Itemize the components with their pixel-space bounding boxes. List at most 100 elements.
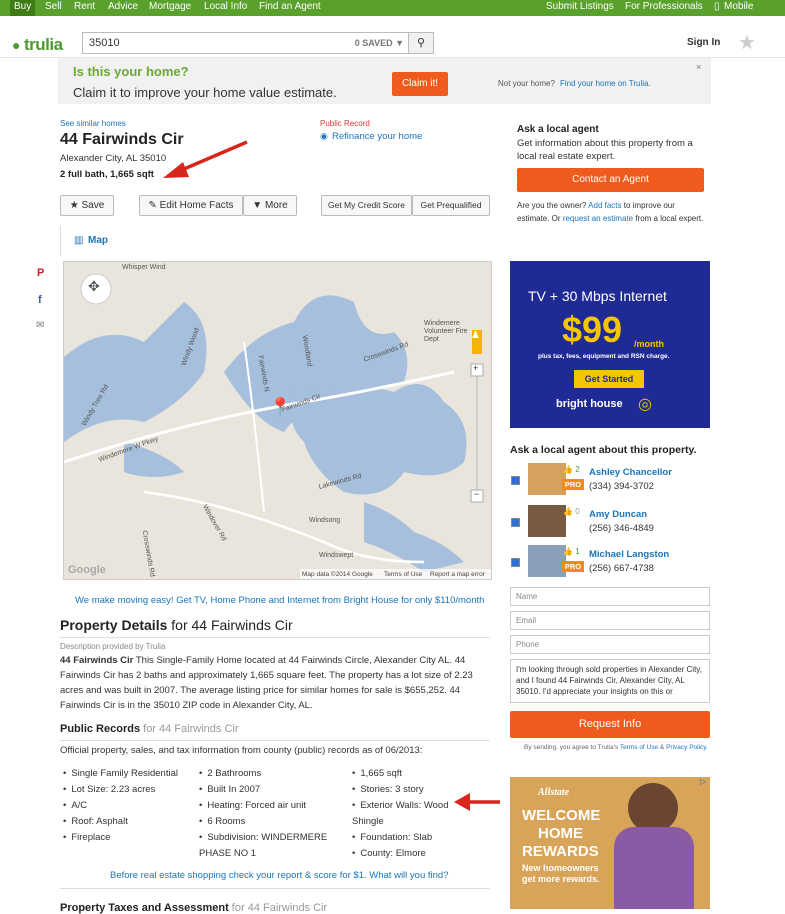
terms-pre: By sending, you agree to Trulia's [524,744,619,751]
allstate-ad[interactable]: Allstate WELCOME HOME REWARDS New homeow… [510,777,710,909]
ad-get-started-button[interactable]: Get Started [574,370,644,388]
agent-name[interactable]: Michael Langston [589,549,669,560]
list-item: 6 Rooms [199,814,339,830]
nav-submit-listings[interactable]: Submit Listings [546,1,614,12]
zoom-out-icon[interactable]: − [474,489,479,499]
map-report-link[interactable]: Report a map error [430,569,485,579]
list-item: Roof: Asphalt [63,814,203,830]
public-records-title: Public Records [60,723,141,735]
zoom-in-icon[interactable]: + [473,363,478,373]
nav-advice[interactable]: Advice [108,1,138,12]
agent-name[interactable]: Amy Duncan [589,509,647,520]
ad-choices-icon[interactable]: ▷ [700,777,706,786]
search-input-value: 35010 [89,37,120,49]
list-item: A/C [63,798,203,814]
search-button[interactable]: ⚲ [408,32,434,54]
see-similar-link[interactable]: See similar homes [60,119,126,128]
facebook-icon[interactable]: f [38,294,42,306]
prequalified-button[interactable]: Get Prequalified [412,195,490,216]
map-terms-link[interactable]: Terms of Use [384,569,422,579]
ad-line3: REWARDS [522,843,599,860]
terms-link[interactable]: Terms of Use [620,744,658,751]
agent-checkbox[interactable] [511,476,520,485]
list-item: 2 Bathrooms [199,766,339,782]
pegman-icon[interactable]: ♟ [471,330,480,341]
nav-mobile[interactable]: Mobile [724,1,753,12]
pro-badge: PRO [562,479,584,490]
trulia-logo[interactable]: trulia [24,35,63,55]
agent-name[interactable]: Ashley Chancellor [589,467,672,478]
request-info-button[interactable]: Request Info [510,711,710,738]
nav-sell[interactable]: Sell [45,1,62,12]
nav-find-agent[interactable]: Find an Agent [259,1,321,12]
agent-avatar [528,505,566,537]
agent-avatar [528,463,566,495]
credit-score-button[interactable]: Get My Credit Score [321,195,412,216]
more-button[interactable]: ▼ More [243,195,297,216]
contact-agent-button[interactable]: Contact an Agent [517,168,704,192]
list-item: Heating: Forced air unit [199,798,339,814]
map-label: Windsong [309,517,341,524]
list-item: Stories: 3 story [352,782,460,798]
public-records-intro: Official property, sales, and tax inform… [60,745,423,756]
name-field[interactable]: Name [510,587,710,606]
nav-local-info[interactable]: Local Info [204,1,247,12]
ad-per: /month [634,339,664,349]
email-icon[interactable]: ✉ [36,320,44,331]
records-col-1: Single Family Residential Lot Size: 2.23… [63,766,203,846]
agent-card[interactable]: 👍 0 Amy Duncan (256) 346-4849 [511,505,711,541]
credit-report-link[interactable]: Before real estate shopping check your r… [110,870,448,881]
request-estimate-link[interactable]: request an estimate [563,214,633,223]
list-item: 1,665 sqft [352,766,460,782]
public-records-heading: Public Records for 44 Fairwinds Cir [60,723,239,735]
phone-field[interactable]: Phone [510,635,710,654]
property-facts: 2 full bath, 1,665 sqft [60,169,154,180]
owner-pre: Are you the owner? [517,201,587,210]
agent-checkbox[interactable] [511,518,520,527]
privacy-link[interactable]: Privacy Policy. [666,744,708,751]
public-records-for: for 44 Fairwinds Cir [140,723,239,735]
map-canvas [64,262,491,579]
divider [60,888,490,889]
find-your-home-link[interactable]: Find your home on Trulia. [560,79,651,88]
sign-in-link[interactable]: Sign In [687,37,720,48]
edit-home-facts-button[interactable]: ✎ Edit Home Facts [139,195,243,216]
pan-control-icon[interactable]: ✥ [88,278,100,295]
map-label: Windemere Volunteer Fire Dept [424,320,468,343]
nav-rent[interactable]: Rent [74,1,95,12]
location-pin-icon: ● [12,37,21,53]
agent-checkbox[interactable] [511,558,520,567]
refinance-link[interactable]: Refinance your home [332,131,422,142]
search-input[interactable]: 35010 0 SAVED ▼ [82,32,409,54]
star-icon[interactable]: ★ [738,30,756,55]
agent-card[interactable]: 👍 2 PRO Ashley Chancellor (334) 394-3702 [511,463,711,499]
email-field[interactable]: Email [510,611,710,630]
thumbs-up-icon: 👍 1 [563,547,580,556]
map-tab[interactable]: Map [88,235,108,246]
property-map[interactable]: ✥ + − ♟ 📍 Whisper Wind Fairwinds N Woodl… [63,261,492,580]
public-record-badge: Public Record [320,119,370,128]
nav-mortgage[interactable]: Mortgage [149,1,191,12]
nav-buy[interactable]: Buy [10,0,36,16]
save-button[interactable]: ★ Save [60,195,114,216]
claim-button[interactable]: Claim it! [392,72,448,96]
property-details-for: for 44 Fairwinds Cir [167,617,293,633]
ad-fine-print: plus tax, fees, equipment and RSN charge… [538,353,670,360]
add-facts-link[interactable]: Add facts [588,201,621,210]
close-icon[interactable]: × [696,62,701,72]
annotation-arrow [163,140,248,178]
saved-dropdown[interactable]: 0 SAVED ▼ [355,38,404,48]
agent-phone: (256) 346-4849 [589,523,654,534]
bright-house-ad[interactable]: TV + 30 Mbps Internet $99 /month plus ta… [510,261,710,428]
agent-card[interactable]: 👍 1 PRO Michael Langston (256) 667-4738 [511,545,711,581]
list-item: County: Elmore [352,846,460,862]
map-data-credit: Map data ©2014 Google [302,571,373,578]
message-textarea[interactable]: I'm looking through sold properties in A… [510,659,710,703]
ad-brand: Allstate [538,787,570,798]
refinance-icon: ◉ [320,131,328,141]
nav-for-professionals[interactable]: For Professionals [625,1,703,12]
ad-brand: bright house [556,398,623,410]
tab-divider [60,226,61,256]
bright-house-promo-link[interactable]: We make moving easy! Get TV, Home Phone … [75,595,484,606]
pinterest-icon[interactable]: P [37,267,44,279]
